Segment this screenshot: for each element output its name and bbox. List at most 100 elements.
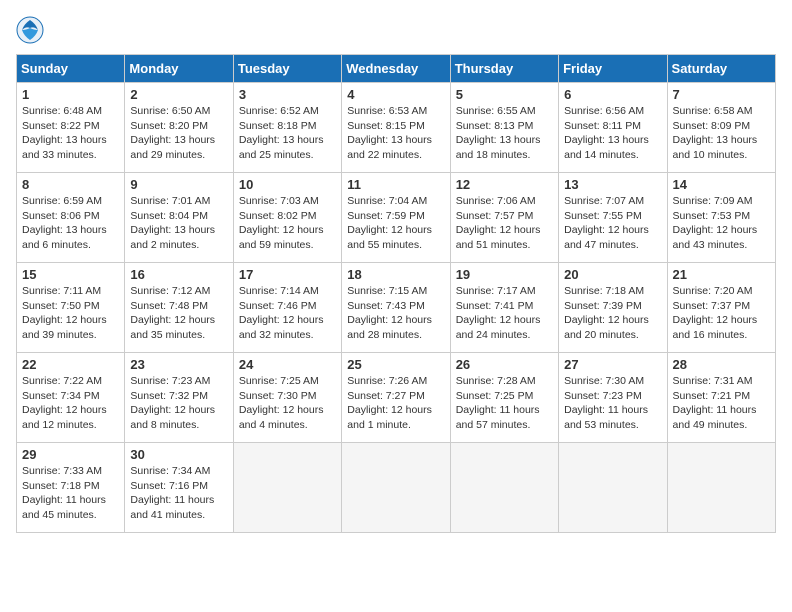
calendar-cell: 18 Sunrise: 7:15 AM Sunset: 7:43 PM Dayli… [342, 263, 450, 353]
day-number: 3 [239, 87, 336, 102]
cell-info: Sunrise: 6:48 AM Sunset: 8:22 PM Dayligh… [22, 104, 119, 163]
calendar-cell: 20 Sunrise: 7:18 AM Sunset: 7:39 PM Dayli… [559, 263, 667, 353]
cell-info: Sunrise: 7:12 AM Sunset: 7:48 PM Dayligh… [130, 284, 227, 343]
day-number: 29 [22, 447, 119, 462]
calendar-cell: 21 Sunrise: 7:20 AM Sunset: 7:37 PM Dayli… [667, 263, 775, 353]
weekday-header: Thursday [450, 55, 558, 83]
calendar-week-row: 1 Sunrise: 6:48 AM Sunset: 8:22 PM Daylig… [17, 83, 776, 173]
weekday-header: Friday [559, 55, 667, 83]
cell-info: Sunrise: 7:14 AM Sunset: 7:46 PM Dayligh… [239, 284, 336, 343]
day-number: 11 [347, 177, 444, 192]
calendar-cell: 26 Sunrise: 7:28 AM Sunset: 7:25 PM Dayli… [450, 353, 558, 443]
cell-info: Sunrise: 6:55 AM Sunset: 8:13 PM Dayligh… [456, 104, 553, 163]
weekday-header: Sunday [17, 55, 125, 83]
day-number: 23 [130, 357, 227, 372]
day-number: 15 [22, 267, 119, 282]
weekday-row: SundayMondayTuesdayWednesdayThursdayFrid… [17, 55, 776, 83]
cell-info: Sunrise: 6:58 AM Sunset: 8:09 PM Dayligh… [673, 104, 770, 163]
cell-info: Sunrise: 7:09 AM Sunset: 7:53 PM Dayligh… [673, 194, 770, 253]
calendar-cell: 28 Sunrise: 7:31 AM Sunset: 7:21 PM Dayli… [667, 353, 775, 443]
calendar-header: SundayMondayTuesdayWednesdayThursdayFrid… [17, 55, 776, 83]
cell-info: Sunrise: 7:33 AM Sunset: 7:18 PM Dayligh… [22, 464, 119, 523]
day-number: 4 [347, 87, 444, 102]
day-number: 17 [239, 267, 336, 282]
cell-info: Sunrise: 6:52 AM Sunset: 8:18 PM Dayligh… [239, 104, 336, 163]
calendar-cell [667, 443, 775, 533]
day-number: 5 [456, 87, 553, 102]
cell-info: Sunrise: 7:34 AM Sunset: 7:16 PM Dayligh… [130, 464, 227, 523]
cell-info: Sunrise: 7:01 AM Sunset: 8:04 PM Dayligh… [130, 194, 227, 253]
cell-info: Sunrise: 7:28 AM Sunset: 7:25 PM Dayligh… [456, 374, 553, 433]
calendar-body: 1 Sunrise: 6:48 AM Sunset: 8:22 PM Daylig… [17, 83, 776, 533]
calendar-cell: 11Sunrise: 7:04 AM Sunset: 7:59 PM Dayli… [342, 173, 450, 263]
cell-info: Sunrise: 7:26 AM Sunset: 7:27 PM Dayligh… [347, 374, 444, 433]
calendar-week-row: 15 Sunrise: 7:11 AM Sunset: 7:50 PM Dayli… [17, 263, 776, 353]
calendar-cell: 14Sunrise: 7:09 AM Sunset: 7:53 PM Dayli… [667, 173, 775, 263]
calendar-cell: 9 Sunrise: 7:01 AM Sunset: 8:04 PM Daylig… [125, 173, 233, 263]
day-number: 30 [130, 447, 227, 462]
weekday-header: Saturday [667, 55, 775, 83]
cell-info: Sunrise: 6:50 AM Sunset: 8:20 PM Dayligh… [130, 104, 227, 163]
calendar-cell: 5 Sunrise: 6:55 AM Sunset: 8:13 PM Daylig… [450, 83, 558, 173]
day-number: 27 [564, 357, 661, 372]
day-number: 18 [347, 267, 444, 282]
day-number: 25 [347, 357, 444, 372]
day-number: 8 [22, 177, 119, 192]
calendar-cell: 17 Sunrise: 7:14 AM Sunset: 7:46 PM Dayli… [233, 263, 341, 353]
calendar-cell: 2 Sunrise: 6:50 AM Sunset: 8:20 PM Daylig… [125, 83, 233, 173]
calendar-cell: 8 Sunrise: 6:59 AM Sunset: 8:06 PM Daylig… [17, 173, 125, 263]
logo [16, 16, 48, 44]
day-number: 24 [239, 357, 336, 372]
calendar: SundayMondayTuesdayWednesdayThursdayFrid… [16, 54, 776, 533]
cell-info: Sunrise: 7:18 AM Sunset: 7:39 PM Dayligh… [564, 284, 661, 343]
calendar-cell [342, 443, 450, 533]
day-number: 7 [673, 87, 770, 102]
cell-info: Sunrise: 7:17 AM Sunset: 7:41 PM Dayligh… [456, 284, 553, 343]
day-number: 21 [673, 267, 770, 282]
cell-info: Sunrise: 6:56 AM Sunset: 8:11 PM Dayligh… [564, 104, 661, 163]
day-number: 10 [239, 177, 336, 192]
day-number: 6 [564, 87, 661, 102]
calendar-cell: 6 Sunrise: 6:56 AM Sunset: 8:11 PM Daylig… [559, 83, 667, 173]
cell-info: Sunrise: 6:59 AM Sunset: 8:06 PM Dayligh… [22, 194, 119, 253]
cell-info: Sunrise: 7:22 AM Sunset: 7:34 PM Dayligh… [22, 374, 119, 433]
calendar-cell: 7 Sunrise: 6:58 AM Sunset: 8:09 PM Daylig… [667, 83, 775, 173]
calendar-cell: 25 Sunrise: 7:26 AM Sunset: 7:27 PM Dayli… [342, 353, 450, 443]
cell-info: Sunrise: 7:20 AM Sunset: 7:37 PM Dayligh… [673, 284, 770, 343]
cell-info: Sunrise: 7:23 AM Sunset: 7:32 PM Dayligh… [130, 374, 227, 433]
calendar-cell: 29 Sunrise: 7:33 AM Sunset: 7:18 PM Dayli… [17, 443, 125, 533]
day-number: 9 [130, 177, 227, 192]
calendar-cell: 13Sunrise: 7:07 AM Sunset: 7:55 PM Dayli… [559, 173, 667, 263]
weekday-header: Tuesday [233, 55, 341, 83]
day-number: 1 [22, 87, 119, 102]
cell-info: Sunrise: 7:06 AM Sunset: 7:57 PM Dayligh… [456, 194, 553, 253]
page-header [16, 16, 776, 44]
calendar-cell: 4Sunrise: 6:53 AM Sunset: 8:15 PM Daylig… [342, 83, 450, 173]
calendar-cell: 1 Sunrise: 6:48 AM Sunset: 8:22 PM Daylig… [17, 83, 125, 173]
cell-info: Sunrise: 7:31 AM Sunset: 7:21 PM Dayligh… [673, 374, 770, 433]
calendar-week-row: 29 Sunrise: 7:33 AM Sunset: 7:18 PM Dayli… [17, 443, 776, 533]
day-number: 26 [456, 357, 553, 372]
day-number: 12 [456, 177, 553, 192]
cell-info: Sunrise: 7:03 AM Sunset: 8:02 PM Dayligh… [239, 194, 336, 253]
day-number: 2 [130, 87, 227, 102]
calendar-cell: 12 Sunrise: 7:06 AM Sunset: 7:57 PM Dayli… [450, 173, 558, 263]
cell-info: Sunrise: 7:11 AM Sunset: 7:50 PM Dayligh… [22, 284, 119, 343]
calendar-cell: 15 Sunrise: 7:11 AM Sunset: 7:50 PM Dayli… [17, 263, 125, 353]
day-number: 22 [22, 357, 119, 372]
calendar-cell [559, 443, 667, 533]
cell-info: Sunrise: 7:15 AM Sunset: 7:43 PM Dayligh… [347, 284, 444, 343]
calendar-cell [450, 443, 558, 533]
day-number: 20 [564, 267, 661, 282]
calendar-cell: 19Sunrise: 7:17 AM Sunset: 7:41 PM Dayli… [450, 263, 558, 353]
calendar-cell: 27Sunrise: 7:30 AM Sunset: 7:23 PM Dayli… [559, 353, 667, 443]
logo-icon [16, 16, 44, 44]
calendar-week-row: 8 Sunrise: 6:59 AM Sunset: 8:06 PM Daylig… [17, 173, 776, 263]
calendar-cell: 16Sunrise: 7:12 AM Sunset: 7:48 PM Dayli… [125, 263, 233, 353]
day-number: 28 [673, 357, 770, 372]
calendar-cell: 3 Sunrise: 6:52 AM Sunset: 8:18 PM Daylig… [233, 83, 341, 173]
day-number: 13 [564, 177, 661, 192]
weekday-header: Wednesday [342, 55, 450, 83]
calendar-week-row: 22 Sunrise: 7:22 AM Sunset: 7:34 PM Dayli… [17, 353, 776, 443]
calendar-cell: 24Sunrise: 7:25 AM Sunset: 7:30 PM Dayli… [233, 353, 341, 443]
